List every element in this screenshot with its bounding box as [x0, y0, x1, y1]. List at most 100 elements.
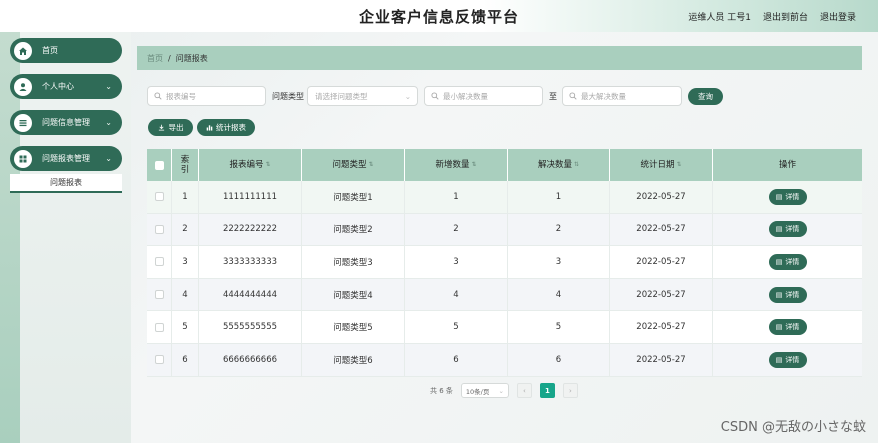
- sidebar-item-label: 首页: [42, 46, 58, 55]
- document-icon: ▤: [775, 290, 783, 299]
- row-report-no: 3333333333: [199, 246, 302, 278]
- row-index: 4: [172, 278, 199, 311]
- stats-report-button[interactable]: 统计报表: [197, 119, 255, 136]
- detail-button[interactable]: ▤ 详情: [768, 221, 807, 238]
- row-solved-count: 1: [508, 181, 610, 213]
- search-icon: [569, 92, 577, 100]
- logout-link[interactable]: 退出登录: [820, 10, 856, 23]
- row-index: 2: [172, 213, 199, 246]
- grid-icon: [14, 149, 32, 168]
- home-icon: [14, 41, 32, 60]
- download-icon: [158, 124, 164, 131]
- go-front-link[interactable]: 退出到前台: [763, 10, 808, 23]
- sort-icon: ⇅: [573, 161, 580, 168]
- column-header-report-no[interactable]: 报表编号 ⇅: [199, 149, 302, 181]
- detail-button[interactable]: ▤ 详情: [768, 188, 807, 205]
- row-index: 5: [172, 311, 199, 343]
- search-button[interactable]: 查询: [688, 88, 723, 105]
- row-report-no: 6666666666: [199, 343, 302, 376]
- column-header-actions: 操作: [778, 160, 796, 170]
- min-solved-input[interactable]: 最小解决数量: [424, 86, 543, 106]
- row-issue-type: 问题类型5: [302, 311, 405, 343]
- row-stat-date: 2022-05-27: [610, 311, 713, 343]
- sort-icon: ⇅: [368, 161, 374, 168]
- person-icon: [14, 77, 32, 96]
- row-report-no: 4444444444: [199, 278, 302, 311]
- column-header-stat-date[interactable]: 统计日期 ⇅: [610, 149, 713, 181]
- detail-button[interactable]: ▤ 详情: [768, 319, 807, 336]
- table-row: 1 1111111111 问题类型1 1 1 2022-05-27 ▤ 详情: [147, 181, 862, 214]
- row-checkbox[interactable]: [154, 355, 164, 365]
- document-icon: ▤: [775, 323, 783, 332]
- row-checkbox[interactable]: [154, 257, 164, 267]
- max-solved-input[interactable]: 最大解决数量: [562, 86, 682, 106]
- sidebar-item-home[interactable]: 首页: [10, 38, 122, 63]
- watermark-text: CSDN @无敌の小さな蚊: [720, 420, 866, 435]
- row-issue-type: 问题类型4: [302, 278, 405, 311]
- sidebar-item-label: 问题报表管理: [42, 154, 90, 163]
- report-table: 索引 报表编号 ⇅ 问题类型 ⇅ 新增数量 ⇅ 解决数量 ⇅ 统计日期 ⇅ 操作 1 11…: [147, 149, 862, 377]
- detail-button[interactable]: ▤ 详情: [768, 253, 807, 270]
- row-report-no: 2222222222: [199, 213, 302, 246]
- export-button[interactable]: 导出: [148, 119, 193, 136]
- row-new-count: 2: [405, 213, 508, 246]
- row-new-count: 5: [405, 311, 508, 343]
- row-stat-date: 2022-05-27: [610, 278, 713, 311]
- next-page-button[interactable]: ›: [562, 383, 578, 398]
- select-all-checkbox[interactable]: [154, 160, 164, 170]
- report-no-placeholder: 报表编号: [166, 91, 196, 101]
- table-row: 3 3333333333 问题类型3 3 3 2022-05-27 ▤ 详情: [147, 246, 862, 279]
- pagination: 共 6 条 10条/页 ⌄ ‹ 1 ›: [430, 383, 578, 398]
- page-number-current[interactable]: 1: [539, 383, 555, 398]
- issue-type-label: 问题类型: [272, 92, 304, 101]
- max-solved-placeholder: 最大解决数量: [581, 91, 626, 101]
- stats-report-button-label: 统计报表: [216, 123, 246, 132]
- sidebar-item-issue-report[interactable]: 问题报表管理 ⌄: [10, 146, 122, 171]
- row-stat-date: 2022-05-27: [610, 213, 713, 246]
- page-size-select[interactable]: 10条/页 ⌄: [460, 383, 509, 398]
- document-icon: ▤: [775, 257, 783, 266]
- row-stat-date: 2022-05-27: [610, 181, 713, 213]
- select-all-cell: [147, 149, 172, 181]
- sidebar-item-label: 个人中心: [42, 82, 74, 91]
- row-new-count: 3: [405, 246, 508, 278]
- row-checkbox[interactable]: [154, 290, 164, 300]
- row-checkbox[interactable]: [154, 192, 164, 202]
- breadcrumb-home[interactable]: 首页: [147, 53, 163, 64]
- detail-button[interactable]: ▤ 详情: [768, 286, 807, 303]
- row-solved-count: 2: [508, 213, 610, 246]
- column-header-issue-type[interactable]: 问题类型 ⇅: [302, 149, 405, 181]
- sidebar-item-label: 问题信息管理: [42, 118, 90, 127]
- row-report-no: 1111111111: [199, 181, 302, 213]
- table-header: 索引 报表编号 ⇅ 问题类型 ⇅ 新增数量 ⇅ 解决数量 ⇅ 统计日期 ⇅ 操作: [147, 149, 862, 181]
- chevron-down-icon: ⌄: [498, 386, 504, 395]
- sidebar-item-issue-info[interactable]: 问题信息管理 ⌄: [10, 110, 122, 135]
- breadcrumb-separator: /: [168, 53, 171, 63]
- row-new-count: 4: [405, 278, 508, 311]
- sidebar-subitem-issue-report[interactable]: 问题报表: [10, 174, 122, 193]
- current-user-label: 运维人员 工号1: [688, 13, 751, 23]
- sort-icon: ⇅: [676, 161, 682, 168]
- document-icon: ▤: [775, 192, 783, 201]
- row-issue-type: 问题类型2: [302, 213, 405, 246]
- column-header-index: 索引: [172, 149, 199, 181]
- breadcrumb-current: 问题报表: [175, 53, 208, 63]
- row-solved-count: 6: [508, 343, 610, 376]
- sidebar-item-personal-center[interactable]: 个人中心 ⌄: [10, 74, 122, 99]
- chevron-down-icon: ⌄: [404, 91, 411, 101]
- row-index: 1: [172, 181, 199, 213]
- top-links: 运维人员 工号1 退出到前台 退出登录: [688, 10, 856, 23]
- row-checkbox[interactable]: [154, 224, 164, 234]
- breadcrumb: 首页 / 问题报表: [137, 46, 862, 70]
- column-header-solved-count[interactable]: 解决数量 ⇅: [508, 149, 610, 181]
- search-icon: [431, 92, 439, 100]
- issue-type-select[interactable]: 请选择问题类型 ⌄: [307, 86, 418, 106]
- report-no-input[interactable]: 报表编号: [147, 86, 266, 106]
- row-new-count: 6: [405, 343, 508, 376]
- column-header-new-count[interactable]: 新增数量 ⇅: [405, 149, 508, 181]
- prev-page-button[interactable]: ‹: [516, 383, 532, 398]
- row-stat-date: 2022-05-27: [610, 343, 713, 376]
- table-row: 2 2222222222 问题类型2 2 2 2022-05-27 ▤ 详情: [147, 213, 862, 247]
- row-checkbox[interactable]: [154, 322, 164, 332]
- detail-button[interactable]: ▤ 详情: [768, 351, 807, 368]
